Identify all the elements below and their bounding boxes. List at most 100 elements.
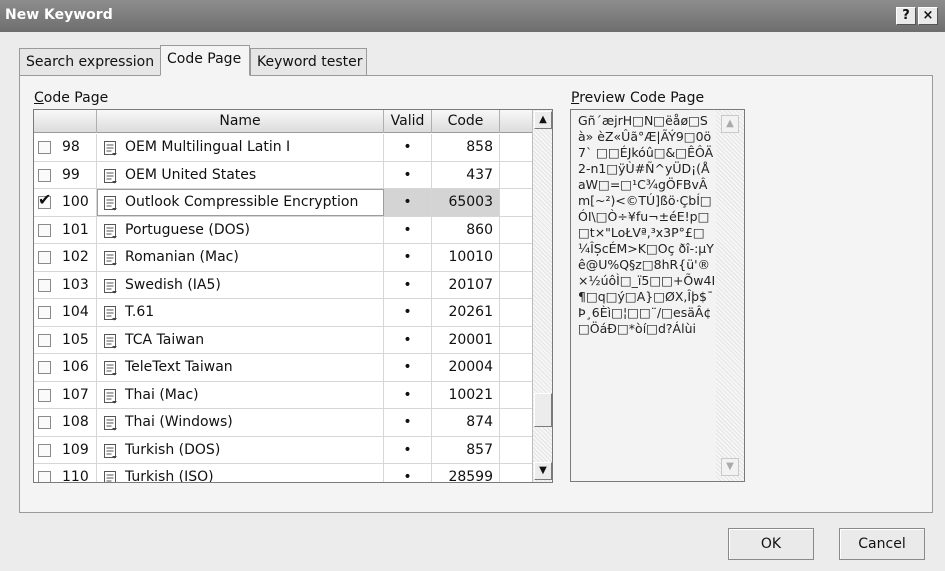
table-row[interactable]: 105 TCA Taiwan • 20001: [34, 326, 532, 354]
new-keyword-dialog: New Keyword ? × Search expression Code P…: [0, 0, 945, 571]
row-name-cell[interactable]: Turkish (ISO): [97, 464, 384, 483]
row-valid: •: [384, 134, 432, 161]
row-check-cell: 110: [34, 464, 97, 483]
row-checkbox[interactable]: [38, 168, 51, 182]
row-checkbox[interactable]: [38, 141, 51, 154]
row-check-cell: 98: [34, 134, 97, 161]
preview-scroll-down-button[interactable]: ▼: [721, 458, 739, 476]
row-name: TeleText Taiwan: [125, 359, 233, 375]
row-number: 98: [62, 139, 80, 155]
scroll-down-button[interactable]: ▼: [534, 462, 552, 480]
preview-code-page-label: Preview Code Page: [571, 90, 705, 106]
row-valid: •: [384, 299, 432, 326]
row-valid: •: [384, 244, 432, 271]
grid-scrollbar[interactable]: ▲ ▼: [532, 110, 552, 482]
col-header-check[interactable]: [34, 110, 97, 133]
preview-scrollbar[interactable]: ▲ ▼: [716, 110, 744, 481]
table-row[interactable]: 109 Turkish (DOS) • 857: [34, 436, 532, 464]
row-name-cell[interactable]: OEM Multilingual Latin I: [97, 134, 384, 161]
row-checkbox[interactable]: [38, 388, 51, 402]
scroll-up-button[interactable]: ▲: [534, 111, 552, 129]
table-row[interactable]: 108 Thai (Windows) • 874: [34, 409, 532, 437]
table-row[interactable]: ✔ 100 Outlook Compressible Encryption • 6500…: [34, 189, 532, 217]
row-name-cell[interactable]: Thai (Mac): [97, 381, 384, 409]
cancel-button[interactable]: Cancel: [839, 528, 925, 560]
row-number: 110: [62, 469, 89, 483]
row-name-cell[interactable]: T.61: [97, 299, 384, 326]
table-row[interactable]: 106 TeleText Taiwan • 20004: [34, 354, 532, 382]
code-page-icon: [104, 388, 117, 403]
row-checkbox[interactable]: [38, 306, 51, 319]
ok-button[interactable]: OK: [728, 528, 814, 560]
table-row[interactable]: 101 Portuguese (DOS) • 860: [34, 216, 532, 244]
row-check-cell: 105: [34, 326, 97, 354]
row-number: 107: [62, 386, 89, 403]
row-checkbox[interactable]: [38, 333, 51, 347]
row-name-cell[interactable]: Outlook Compressible Encryption: [97, 189, 384, 216]
row-check-cell: 102: [34, 244, 97, 271]
row-valid: •: [384, 161, 432, 189]
row-checkbox[interactable]: [38, 416, 51, 429]
row-name: Thai (Mac): [125, 386, 199, 403]
row-name-cell[interactable]: OEM United States: [97, 161, 384, 189]
row-name-cell[interactable]: Portuguese (DOS): [97, 216, 384, 244]
tab-keyword-tester[interactable]: Keyword tester: [250, 48, 367, 75]
code-page-icon: [104, 416, 117, 431]
row-name-cell[interactable]: Thai (Windows): [97, 409, 384, 436]
table-row[interactable]: 98 OEM Multilingual Latin I • 858: [34, 134, 532, 162]
row-checkbox[interactable]: [38, 278, 51, 292]
row-checkbox[interactable]: ✔: [38, 191, 51, 209]
row-number: 99: [62, 166, 80, 183]
row-checkbox[interactable]: [38, 361, 51, 374]
close-button[interactable]: ×: [918, 7, 938, 25]
row-checkbox[interactable]: [38, 443, 51, 457]
row-name: Outlook Compressible Encryption: [125, 194, 359, 210]
code-page-grid[interactable]: Name Valid Code 98 OEM Multilingual Latin…: [33, 109, 553, 483]
row-checkbox[interactable]: [38, 251, 51, 264]
row-checkbox[interactable]: [38, 471, 51, 482]
row-name: OEM United States: [125, 166, 257, 183]
row-name-cell[interactable]: TeleText Taiwan: [97, 354, 384, 381]
scroll-thumb[interactable]: [534, 393, 552, 427]
row-name-cell[interactable]: TCA Taiwan: [97, 326, 384, 354]
row-code: 10021: [432, 381, 500, 409]
row-valid: •: [384, 189, 432, 216]
code-page-icon: [104, 306, 117, 321]
table-row[interactable]: 99 OEM United States • 437: [34, 161, 532, 189]
preview-scroll-up-button[interactable]: ▲: [721, 115, 739, 133]
table-row[interactable]: 103 Swedish (IA5) • 20107: [34, 271, 532, 299]
col-header-name[interactable]: Name: [97, 110, 384, 133]
table-row[interactable]: 107 Thai (Mac) • 10021: [34, 381, 532, 409]
row-valid: •: [384, 381, 432, 409]
table-row[interactable]: 102 Romanian (Mac) • 10010: [34, 244, 532, 272]
title-bar[interactable]: New Keyword ? ×: [0, 0, 945, 32]
table-row[interactable]: 104 T.61 • 20261: [34, 299, 532, 327]
code-page-label: Code Page: [34, 90, 109, 106]
row-number: 109: [62, 441, 89, 458]
row-checkbox[interactable]: [38, 223, 51, 237]
row-name: Portuguese (DOS): [125, 221, 250, 238]
row-name: TCA Taiwan: [125, 331, 205, 348]
tab-search-expression[interactable]: Search expression: [19, 48, 161, 75]
row-number: 102: [62, 249, 89, 265]
row-name-cell[interactable]: Swedish (IA5): [97, 271, 384, 299]
tab-code-page[interactable]: Code Page: [160, 45, 250, 76]
row-number: 101: [62, 221, 89, 238]
row-number: 105: [62, 331, 89, 348]
row-name: Turkish (ISO): [125, 469, 214, 483]
row-check-cell: 108: [34, 409, 97, 436]
code-page-icon: [104, 471, 116, 482]
table-row[interactable]: 110 Turkish (ISO) • 28599: [34, 464, 532, 483]
row-code: 20261: [432, 299, 500, 326]
row-code: 20001: [432, 326, 500, 354]
help-button[interactable]: ?: [896, 7, 916, 25]
row-name-cell[interactable]: Turkish (DOS): [97, 436, 384, 464]
preview-code-page-box[interactable]: Gñ´æjrH□N□ëåø□Sà» èZ«Ûã°Æ|ÃÝ9□0ö7` □□ÉJk…: [570, 109, 745, 482]
row-name-cell[interactable]: Romanian (Mac): [97, 244, 384, 271]
row-name: OEM Multilingual Latin I: [125, 139, 291, 155]
col-header-code[interactable]: Code: [432, 110, 500, 133]
row-valid: •: [384, 216, 432, 244]
row-check-cell: ✔ 100: [34, 189, 97, 216]
col-header-valid[interactable]: Valid: [384, 110, 432, 133]
row-valid: •: [384, 326, 432, 354]
